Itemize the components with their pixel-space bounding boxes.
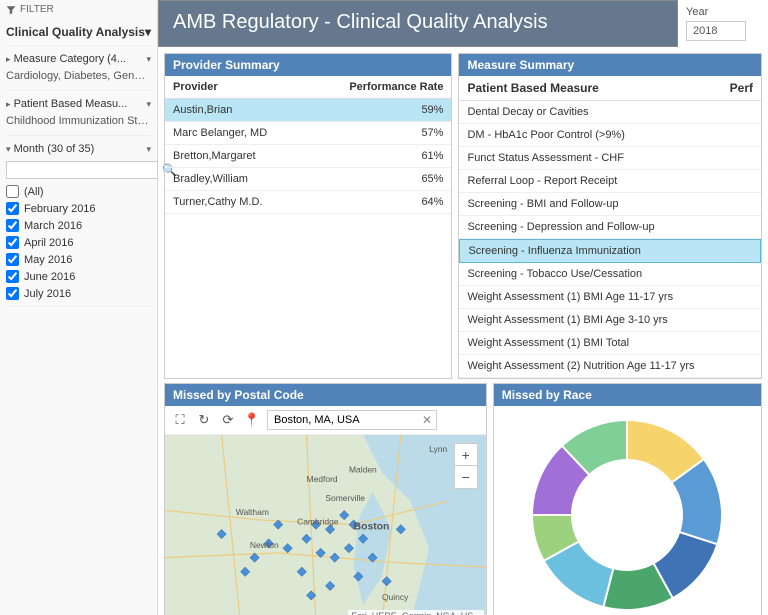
race-donut-chart[interactable] (527, 415, 727, 615)
month-checkbox[interactable] (6, 236, 19, 249)
map-panel: Missed by Postal Code ⛶ ↻ ⟳ 📍 ✕ (164, 383, 487, 615)
year-label: Year (686, 6, 760, 18)
sidebar-main-title[interactable]: Clinical Quality Analysis ▾ (6, 23, 151, 41)
year-value[interactable]: 2018 (686, 21, 746, 41)
measure-row[interactable]: Dental Decay or Cavities (459, 101, 761, 124)
map-label: Malden (349, 465, 377, 475)
month-item[interactable]: June 2016 (6, 268, 151, 285)
month-search-input[interactable] (6, 161, 158, 179)
measure-summary-panel: Measure Summary Patient Based Measure Pe… (458, 53, 762, 379)
month-item[interactable]: May 2016 (6, 251, 151, 268)
measure-category-values: Cardiology, Diabetes, General... (6, 68, 151, 86)
caret-right-icon: ▸ (6, 54, 11, 64)
month-expand[interactable]: ▾ Month (30 of 35) ▾ (6, 140, 151, 158)
map-label: Boston (354, 521, 390, 532)
map-label: Cambridge (297, 517, 339, 527)
month-item[interactable]: July 2016 (6, 285, 151, 302)
filter-label: FILTER (20, 4, 54, 15)
provider-summary-panel: Provider Summary Provider Performance Ra… (164, 53, 452, 379)
map-search-input[interactable] (272, 412, 422, 428)
table-row[interactable]: Turner,Cathy M.D.64% (165, 191, 451, 214)
measure-row[interactable]: Referral Loop - Report Receipt (459, 170, 761, 193)
measure-row[interactable]: Screening - BMI and Follow-up (459, 193, 761, 216)
col-patient-measure[interactable]: Patient Based Measure (467, 81, 598, 95)
measure-row[interactable]: Weight Assessment (1) BMI Total (459, 332, 761, 355)
month-all-checkbox[interactable] (6, 185, 19, 198)
map-extent-icon[interactable]: ⛶ (171, 411, 189, 429)
month-checkbox[interactable] (6, 202, 19, 215)
map-canvas[interactable]: Lynn Malden Medford Waltham Somerville Cambri… (165, 435, 486, 615)
zoom-out-button[interactable]: − (455, 466, 477, 488)
measure-row[interactable]: Screening - Tobacco Use/Cessation (459, 263, 761, 286)
measure-summary-title: Measure Summary (459, 54, 761, 76)
caret-down-icon: ▾ (6, 144, 11, 154)
table-row[interactable]: Austin,Brian59% (165, 99, 451, 122)
month-checkbox[interactable] (6, 287, 19, 300)
col-perf[interactable]: Perf (730, 81, 753, 95)
month-checkbox[interactable] (6, 219, 19, 232)
table-row[interactable]: Bretton,Margaret61% (165, 145, 451, 168)
month-checkbox[interactable] (6, 270, 19, 283)
caret-down-icon: ▾ (146, 99, 151, 110)
filter-header: FILTER (6, 2, 151, 19)
month-checkbox[interactable] (6, 253, 19, 266)
caret-down-icon: ▾ (146, 144, 151, 155)
year-filter: Year 2018 (678, 0, 768, 47)
measure-row[interactable]: DM - HbA1c Poor Control (>9%) (459, 124, 761, 147)
main-content: AMB Regulatory - Clinical Quality Analys… (158, 0, 768, 615)
race-title: Missed by Race (494, 384, 761, 406)
caret-down-icon: ▾ (145, 25, 151, 39)
caret-right-icon: ▸ (6, 99, 11, 109)
patient-measure-values: Childhood Immunization Statu... (6, 113, 151, 131)
map-pin-icon[interactable]: 📍 (243, 411, 261, 429)
map-attribution: Esri, HERE, Garmin, NGA, US... (348, 610, 484, 615)
map-label: Somerville (325, 493, 365, 503)
map-label: Newton (250, 540, 279, 550)
measure-row[interactable]: Screening - Depression and Follow-up (459, 216, 761, 239)
page-title: AMB Regulatory - Clinical Quality Analys… (158, 0, 678, 47)
month-all[interactable]: (All) (6, 183, 151, 200)
map-label: Medford (307, 474, 338, 484)
measure-row[interactable]: Weight Assessment (1) BMI Age 3-10 yrs (459, 309, 761, 332)
map-title: Missed by Postal Code (165, 384, 486, 406)
clear-icon[interactable]: ✕ (422, 413, 432, 427)
measure-row[interactable]: Weight Assessment (2) Nutrition Age 11-1… (459, 355, 761, 378)
race-panel: Missed by Race (493, 383, 762, 615)
measure-row[interactable]: Screening - Influenza Immunization (459, 239, 761, 263)
measure-row[interactable]: Funct Status Assessment - CHF (459, 147, 761, 170)
map-refresh-icon[interactable]: ⟳ (219, 411, 237, 429)
map-label: Quincy (382, 592, 409, 602)
table-row[interactable]: Bradley,William65% (165, 168, 451, 191)
table-row[interactable]: Marc Belanger, MD57% (165, 122, 451, 145)
caret-down-icon: ▾ (146, 54, 151, 65)
month-item[interactable]: March 2016 (6, 217, 151, 234)
filter-icon (6, 5, 16, 15)
month-item[interactable]: February 2016 (6, 200, 151, 217)
patient-measure-expand[interactable]: ▸ Patient Based Measu... ▾ (6, 95, 151, 113)
map-label: Waltham (236, 507, 269, 517)
map-rotate-icon[interactable]: ↻ (195, 411, 213, 429)
zoom-in-button[interactable]: + (455, 444, 477, 466)
map-label: Lynn (429, 444, 447, 454)
provider-summary-title: Provider Summary (165, 54, 451, 76)
month-item[interactable]: April 2016 (6, 234, 151, 251)
col-performance-rate[interactable]: Performance Rate (308, 76, 451, 99)
measure-row[interactable]: Weight Assessment (1) BMI Age 11-17 yrs (459, 286, 761, 309)
measure-category-expand[interactable]: ▸ Measure Category (4... ▾ (6, 50, 151, 68)
filter-sidebar: FILTER Clinical Quality Analysis ▾ ▸ Mea… (0, 0, 158, 615)
col-provider[interactable]: Provider (165, 76, 308, 99)
